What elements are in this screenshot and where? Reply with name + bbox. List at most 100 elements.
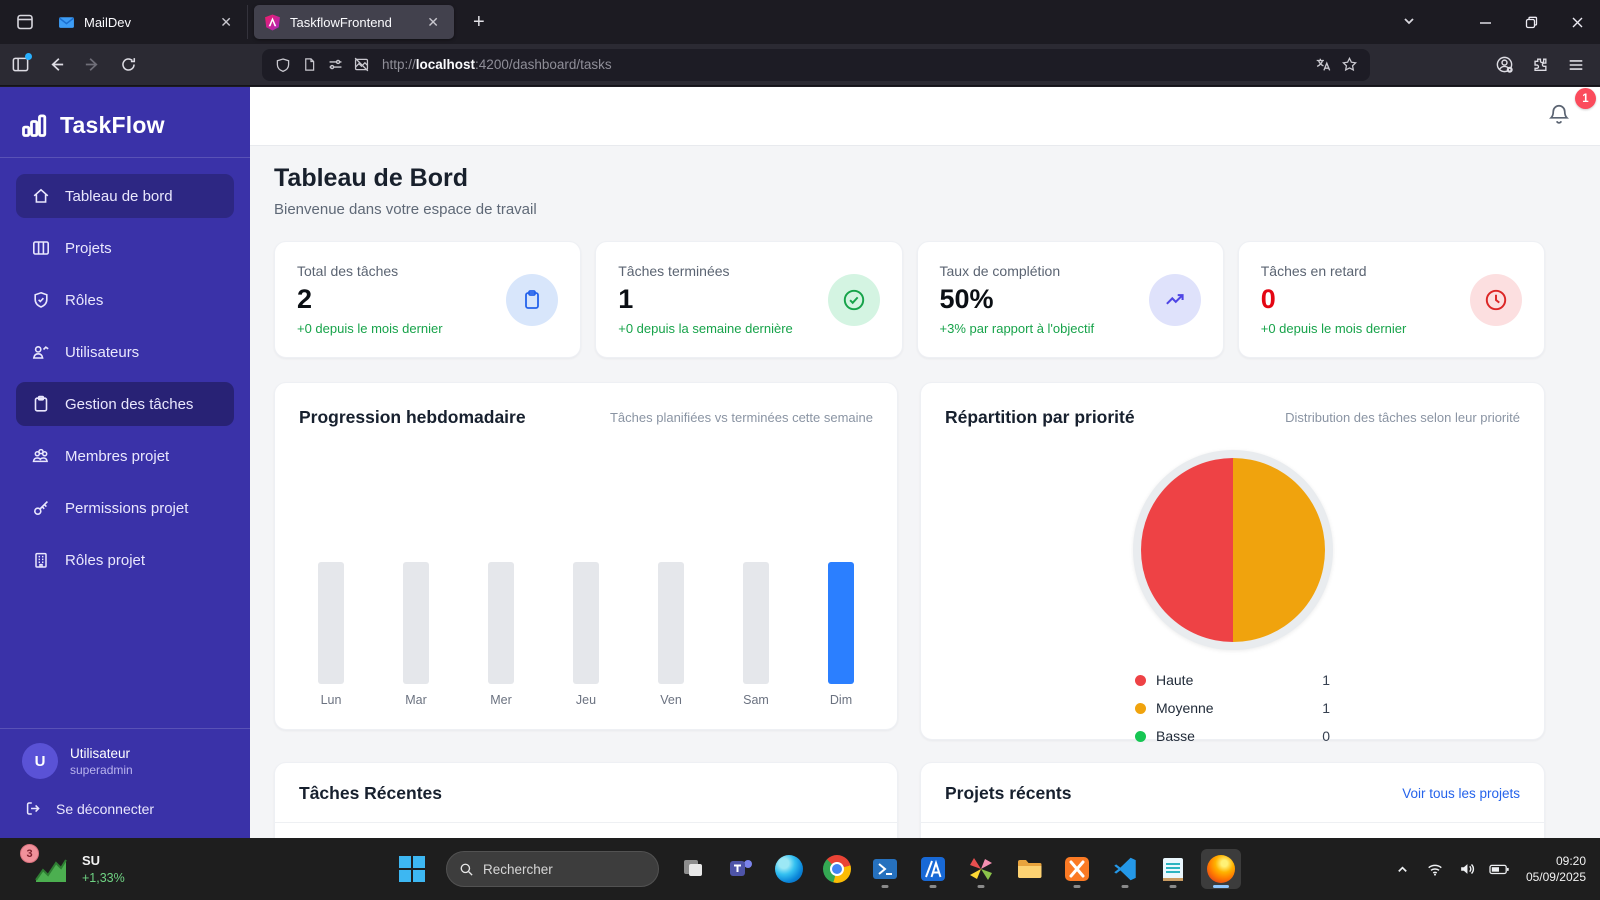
logout-button[interactable]: Se déconnecter: [0, 785, 250, 838]
sidebar-item-label: Permissions projet: [65, 499, 189, 517]
sidebar-item-tasks[interactable]: Gestion des tâches: [16, 382, 234, 426]
shield-icon[interactable]: [270, 52, 296, 78]
kanban-icon: [32, 241, 49, 255]
window-close-button[interactable]: [1554, 0, 1600, 44]
window-minimize-button[interactable]: [1462, 0, 1508, 44]
user-name: Utilisateur: [70, 745, 131, 761]
images-blocked-icon[interactable]: [348, 52, 374, 78]
logout-label: Se déconnecter: [56, 800, 155, 817]
shield-check-icon: [34, 291, 48, 308]
volume-icon[interactable]: [1454, 854, 1480, 884]
mail-icon: [59, 16, 74, 28]
firefox-icon[interactable]: [1201, 849, 1241, 889]
translate-icon[interactable]: [1310, 52, 1336, 78]
bar-label: Jeu: [575, 693, 597, 707]
app-logo: TaskFlow: [0, 87, 250, 157]
sidebar-item-project-roles[interactable]: Rôles projet: [16, 538, 234, 582]
bookmark-star-icon[interactable]: [1336, 52, 1362, 78]
notepad-icon[interactable]: [1153, 849, 1193, 889]
teams-icon[interactable]: [721, 849, 761, 889]
page-icon[interactable]: [296, 52, 322, 78]
user-activity-icon: [32, 346, 49, 359]
forward-button[interactable]: [76, 49, 108, 81]
page-subtitle: Bienvenue dans votre espace de travail: [274, 201, 537, 218]
priority-distribution-card: Répartition par priorité Distribution de…: [920, 382, 1545, 744]
weekly-bar-chart: Lun Mar Mer Jeu Ven Sam Dim: [301, 562, 871, 707]
start-button[interactable]: [392, 849, 432, 889]
sidebar-item-project-permissions[interactable]: Permissions projet: [16, 486, 234, 530]
check-circle-icon: [827, 273, 880, 326]
sidebar-item-label: Rôles: [65, 291, 104, 309]
new-tab-button[interactable]: +: [464, 9, 494, 36]
clock-date: 05/09/2025: [1525, 870, 1586, 884]
design-pinwheel-icon[interactable]: [961, 849, 1001, 889]
tab-maildev[interactable]: MailDev ✕: [48, 5, 248, 39]
battery-icon[interactable]: [1486, 854, 1512, 884]
extensions-puzzle-icon[interactable]: [1524, 49, 1556, 81]
url-text[interactable]: http://localhost:4200/dashboard/tasks: [382, 57, 1310, 72]
window-restore-button[interactable]: [1508, 0, 1554, 44]
account-icon[interactable]: [1488, 49, 1520, 81]
weekly-bar: [828, 562, 854, 684]
url-bar[interactable]: http://localhost:4200/dashboard/tasks: [262, 48, 1370, 81]
weekly-bar: [743, 562, 769, 684]
tab-close-icon[interactable]: ✕: [215, 12, 237, 33]
stat-label: Taux de complétion: [939, 263, 1061, 279]
tray-chevron-up-icon[interactable]: [1390, 854, 1416, 884]
home-icon: [33, 188, 49, 203]
recent-projects-card: Projets récents Voir tous les projets: [920, 762, 1545, 838]
sidebar-item-roles[interactable]: Rôles: [16, 278, 234, 322]
windows-logo-icon: [399, 856, 425, 882]
legend-value: 0: [1322, 728, 1330, 744]
firefox-view-icon[interactable]: [8, 7, 42, 37]
notification-badge[interactable]: 1: [1575, 88, 1596, 109]
taskbar-search[interactable]: Rechercher: [446, 851, 659, 887]
sidebar-footer: U Utilisateur superadmin Se déconnecter: [0, 728, 250, 838]
screen: MailDev ✕ TaskflowFrontend ✕ + http://lo…: [0, 0, 1600, 900]
list-tabs-chevron-icon[interactable]: [1402, 14, 1416, 31]
widgets-button[interactable]: 3 SU +1,33%: [20, 838, 135, 900]
sidebar-nav: Tableau de bord Projets Rôles Utilisateu…: [0, 158, 250, 590]
sidebar-item-projects[interactable]: Projets: [16, 226, 234, 270]
menu-hamburger-icon[interactable]: [1560, 49, 1592, 81]
wifi-icon[interactable]: [1422, 854, 1448, 884]
powershell-icon[interactable]: [865, 849, 905, 889]
notifications-bell-icon[interactable]: [1546, 102, 1576, 132]
bar-label: Mer: [490, 693, 512, 707]
widget-badge: 3: [20, 844, 39, 863]
key-icon: [34, 501, 48, 515]
taskbar-clock[interactable]: 09:20 05/09/2025: [1526, 853, 1586, 885]
permissions-sliders-icon[interactable]: [322, 52, 348, 78]
windows-taskbar: 3 SU +1,33% Rechercher 09:20 05/09/2025: [0, 838, 1600, 900]
sidebar-toggle-icon[interactable]: [4, 49, 36, 81]
clipboard-icon: [34, 395, 48, 412]
stat-card-completed-tasks: Tâches terminées 1 +0 depuis la semaine …: [595, 241, 903, 358]
main-area: 1 Tableau de Bord Bienvenue dans votre e…: [250, 87, 1600, 838]
file-explorer-icon[interactable]: [1009, 849, 1049, 889]
legend-row-haute: Haute 1: [1135, 666, 1330, 694]
sidebar-item-users[interactable]: Utilisateurs: [16, 330, 234, 374]
sidebar-item-project-members[interactable]: Membres projet: [16, 434, 234, 478]
user-info[interactable]: U Utilisateur superadmin: [0, 729, 250, 785]
task-view-button[interactable]: [673, 849, 713, 889]
tab-taskflow[interactable]: TaskflowFrontend ✕: [254, 5, 454, 39]
search-placeholder: Rechercher: [483, 861, 553, 877]
tab-close-icon[interactable]: ✕: [422, 12, 444, 33]
vscode-icon[interactable]: [1105, 849, 1145, 889]
stat-label: Total des tâches: [297, 263, 399, 279]
xampp-icon[interactable]: [1057, 849, 1097, 889]
card-title: Tâches Récentes: [299, 783, 442, 803]
chrome-icon[interactable]: [817, 849, 857, 889]
sidebar-item-label: Gestion des tâches: [65, 395, 194, 413]
sidebar-item-dashboard[interactable]: Tableau de bord: [16, 174, 234, 218]
priority-pie: [1140, 458, 1325, 642]
reload-button[interactable]: [112, 49, 144, 81]
back-button[interactable]: [40, 49, 72, 81]
edge-icon[interactable]: [769, 849, 809, 889]
view-all-projects-link[interactable]: Voir tous les projets: [1402, 786, 1520, 801]
legend-value: 1: [1322, 700, 1330, 716]
stat-card-total-tasks: Total des tâches 2 +0 depuis le mois der…: [274, 241, 582, 358]
bar-label: Lun: [320, 693, 342, 707]
browser-tabbar: MailDev ✕ TaskflowFrontend ✕ +: [0, 0, 1600, 44]
app-a-icon[interactable]: [913, 849, 953, 889]
